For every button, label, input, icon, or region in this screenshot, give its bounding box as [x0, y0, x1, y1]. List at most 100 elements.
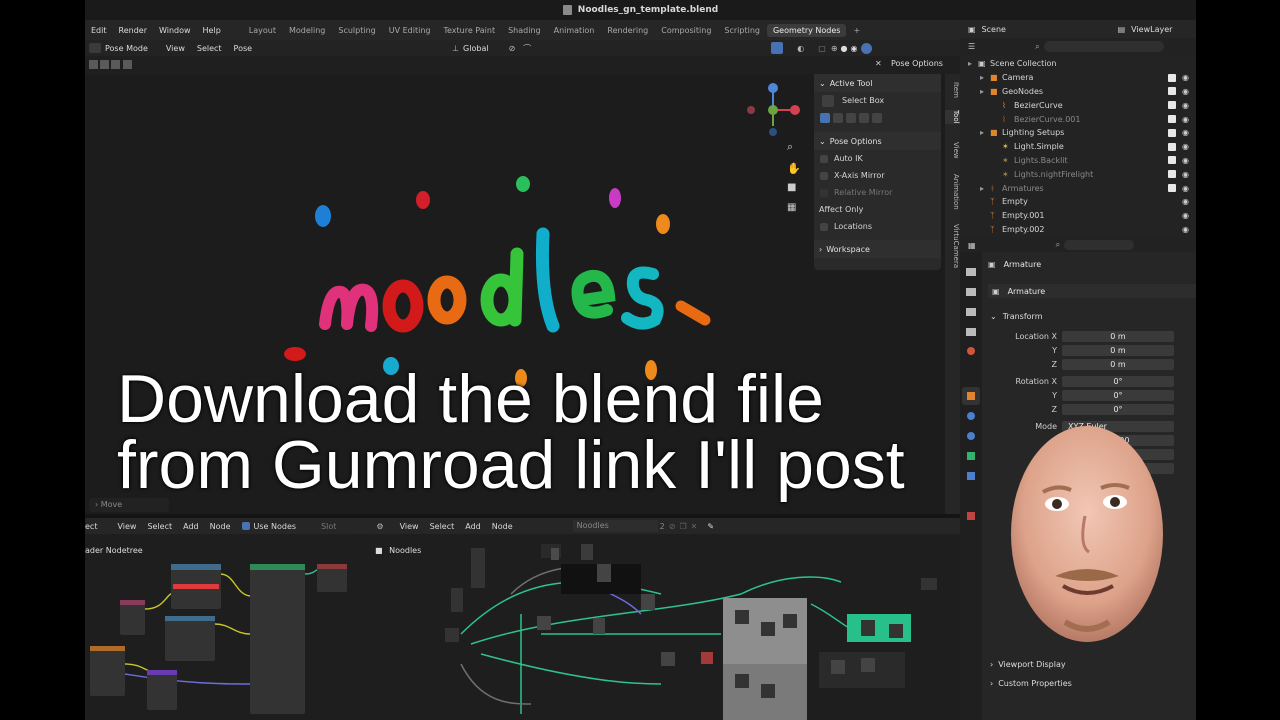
menu-help[interactable]: Help	[203, 26, 221, 35]
outliner-row[interactable]: ▸ ■ Camera ◉	[960, 71, 1196, 85]
visibility-eye-icon[interactable]: ◉	[1182, 211, 1192, 220]
gizmo-toggle-icon[interactable]	[771, 42, 784, 54]
outliner-row[interactable]: ▸ ■ Lighting Setups ◉	[960, 126, 1196, 140]
location-z-field[interactable]: 0 m	[1062, 358, 1174, 370]
outliner-row[interactable]: ᛉ Empty.002 ◉	[960, 223, 1196, 237]
pan-icon[interactable]: ✋	[787, 162, 801, 175]
tab-compositing[interactable]: Compositing	[655, 24, 717, 37]
tab-tool[interactable]: Tool	[945, 110, 960, 124]
tab-texture-paint[interactable]: Texture Paint	[437, 24, 501, 37]
outliner-row[interactable]: ✶ Lights.Backlit ◉	[960, 154, 1196, 168]
properties-tabs[interactable]	[960, 252, 982, 552]
locations-row[interactable]: Locations	[814, 218, 941, 235]
outliner-row[interactable]: ⌇ BezierCurve ◉	[960, 98, 1196, 112]
exclude-checkbox[interactable]	[1168, 73, 1176, 82]
exclude-checkbox[interactable]	[1168, 212, 1176, 220]
camera-icon[interactable]: ■	[787, 182, 796, 193]
exclude-checkbox[interactable]	[1168, 60, 1176, 68]
outliner-row[interactable]: ✶ Lights.nightFirelight ◉	[960, 167, 1196, 181]
outliner-row[interactable]: ▸ ᚼ Armatures ◉	[960, 181, 1196, 195]
overlay-icon[interactable]: ◐	[797, 44, 804, 53]
shader-menu-add[interactable]: Add	[183, 522, 199, 531]
rotation-y-field[interactable]: 0°	[1062, 390, 1174, 402]
location-x-field[interactable]: 0 m	[1062, 331, 1174, 343]
data-name-field[interactable]: Armature	[1008, 287, 1046, 296]
visibility-eye-icon[interactable]: ◉	[1182, 115, 1192, 124]
geo-menu-node[interactable]: Node	[492, 522, 513, 531]
menu-window[interactable]: Window	[159, 26, 191, 35]
shading-solid-icon[interactable]: ●	[841, 44, 848, 53]
shading-rendered-icon[interactable]	[860, 42, 872, 54]
expand-arrow-icon[interactable]: ▸	[980, 73, 990, 82]
outliner-row[interactable]: ⌇ BezierCurve.001 ◉	[960, 112, 1196, 126]
visibility-eye-icon[interactable]: ◉	[1182, 225, 1192, 234]
visibility-eye-icon[interactable]: ◉	[1182, 170, 1192, 179]
duplicate-icon[interactable]: ❐	[679, 522, 686, 531]
geometry-node-graph[interactable]	[361, 534, 960, 720]
exclude-checkbox[interactable]	[1168, 101, 1176, 110]
visibility-eye-icon[interactable]: ◉	[1182, 156, 1192, 165]
workspace-header[interactable]: › Workspace	[814, 240, 941, 258]
geometry-node-editor[interactable]: ■ Noodles	[361, 534, 960, 720]
scene-selector[interactable]: Scene	[982, 25, 1082, 34]
outliner-row[interactable]: ▸ ▣ Scene Collection	[960, 57, 1196, 71]
tab-virtucamera[interactable]: VirtuCamera	[945, 224, 960, 268]
select-intersect-icon[interactable]	[872, 112, 882, 123]
custom-properties-header[interactable]: › Custom Properties	[990, 679, 1072, 688]
editor-type-menu[interactable]: ect	[85, 522, 97, 531]
visibility-eye-icon[interactable]: ◉	[1182, 87, 1192, 96]
select-box-tool[interactable]: Select Box	[814, 92, 941, 109]
tab-sculpting[interactable]: Sculpting	[332, 24, 381, 37]
properties-search-input[interactable]	[1064, 240, 1135, 250]
exclude-checkbox[interactable]	[1168, 184, 1176, 193]
visibility-eye-icon[interactable]: ◉	[1182, 128, 1192, 137]
rotation-z-field[interactable]: 0°	[1062, 403, 1174, 415]
exclude-checkbox[interactable]	[1168, 225, 1176, 233]
menu-pose[interactable]: Pose	[234, 44, 253, 53]
shader-menu-view[interactable]: View	[117, 522, 136, 531]
transform-header[interactable]: ⌄ Transform	[982, 308, 1196, 324]
close-panel-icon[interactable]: ✕	[875, 59, 882, 68]
location-y-field[interactable]: 0 m	[1062, 345, 1174, 357]
outliner-row[interactable]: ✶ Light.Simple ◉	[960, 140, 1196, 154]
shader-node-graph[interactable]	[85, 534, 359, 720]
expand-arrow-icon[interactable]: ▸	[980, 128, 990, 137]
editor-type-icon[interactable]: ▦	[968, 241, 976, 250]
tab-shading[interactable]: Shading	[502, 24, 547, 37]
snap-icon[interactable]: ⌒	[523, 43, 531, 54]
visibility-eye-icon[interactable]: ◉	[1182, 73, 1192, 82]
visibility-eye-icon[interactable]: ◉	[1182, 184, 1192, 193]
outliner-list[interactable]: ▸ ▣ Scene Collection ▸ ■ Camera ◉ ▸ ■ GeoNodes ◉ ⌇ B…	[960, 55, 1196, 236]
view-layer-selector[interactable]: ViewLayer	[1131, 25, 1172, 34]
pose-options-header[interactable]: ⌄ Pose Options	[814, 132, 941, 150]
outliner-row[interactable]: ▸ ■ GeoNodes ◉	[960, 85, 1196, 99]
locations-checkbox[interactable]	[820, 222, 828, 231]
pivot-icon[interactable]: ⊘	[509, 44, 516, 53]
auto-ik-checkbox[interactable]	[820, 154, 828, 163]
menu-view[interactable]: View	[166, 44, 185, 53]
outliner-row[interactable]: ᛉ Empty.001 ◉	[960, 209, 1196, 223]
visibility-eye-icon[interactable]: ◉	[1182, 142, 1192, 151]
menu-edit[interactable]: Edit	[91, 26, 107, 35]
pin-icon[interactable]: ✎	[707, 522, 714, 531]
expand-arrow-icon[interactable]: ▸	[980, 87, 990, 96]
x-axis-mirror-checkbox[interactable]	[820, 171, 828, 180]
select-mode-icons[interactable]	[814, 109, 941, 126]
shading-wire-icon[interactable]: ⊕	[831, 44, 838, 53]
menu-select[interactable]: Select	[197, 44, 222, 53]
exclude-checkbox[interactable]	[1168, 115, 1176, 124]
fake-user-icon[interactable]: ⊘	[669, 522, 676, 531]
exclude-checkbox[interactable]	[1168, 142, 1176, 151]
outliner-search-input[interactable]	[1043, 41, 1164, 52]
active-tool-header[interactable]: ⌄ Active Tool	[814, 74, 941, 92]
exclude-checkbox[interactable]	[1168, 198, 1176, 206]
nodegroup-field[interactable]: Noodles	[572, 520, 658, 532]
menu-render[interactable]: Render	[119, 26, 147, 35]
exclude-checkbox[interactable]	[1168, 128, 1176, 137]
expand-arrow-icon[interactable]: ▸	[980, 184, 990, 193]
viewport-display-header[interactable]: › Viewport Display	[990, 660, 1066, 669]
exclude-checkbox[interactable]	[1168, 170, 1176, 179]
visibility-eye-icon[interactable]: ◉	[1182, 101, 1192, 110]
geo-menu-view[interactable]: View	[400, 522, 419, 531]
use-nodes-checkbox[interactable]	[241, 522, 250, 530]
